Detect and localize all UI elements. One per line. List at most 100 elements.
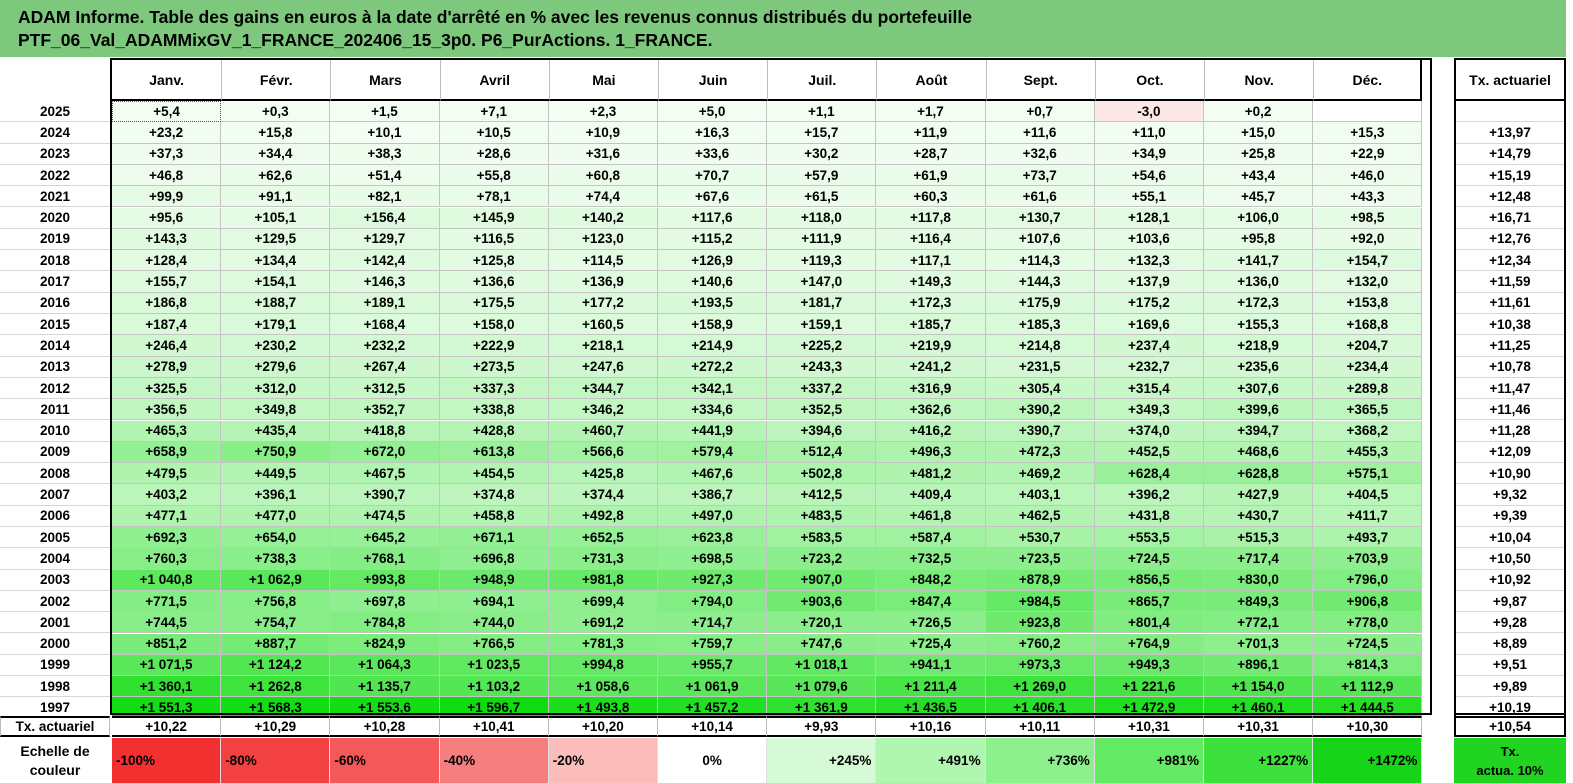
table-cell: +325,5	[112, 377, 222, 400]
table-cell: +374,8	[439, 484, 549, 506]
average-cell: +10,31	[1094, 716, 1204, 737]
table-cell: +181,7	[767, 292, 877, 314]
table-cell: +907,0	[767, 569, 877, 591]
year-label: 2023	[0, 143, 110, 165]
table-cell: +15,8	[221, 122, 331, 144]
table-cell: +103,6	[1094, 228, 1204, 251]
table-cell: +530,7	[985, 527, 1095, 549]
table-cell: +61,5	[767, 186, 877, 208]
table-cell: +362,6	[876, 399, 986, 421]
table-cell: +175,5	[439, 292, 549, 314]
table-cell: +98,5	[1313, 207, 1423, 229]
table-cell: +452,5	[1094, 441, 1204, 464]
table-cell: +479,5	[112, 463, 222, 485]
table-cell: +760,2	[985, 633, 1095, 655]
tx-actuariel-cell: +12,09	[1454, 441, 1566, 464]
table-cell: +38,3	[330, 143, 440, 165]
table-cell: +587,4	[876, 527, 986, 549]
month-header: Déc.	[1313, 58, 1423, 101]
table-cell: +46,0	[1313, 164, 1423, 187]
table-cell: +1 154,0	[1204, 676, 1314, 698]
month-header: Juin	[658, 58, 768, 101]
table-cell: +241,2	[876, 356, 986, 378]
table-cell: +123,0	[548, 228, 658, 251]
average-cell: +10,29	[221, 716, 331, 737]
table-cell: +394,7	[1204, 420, 1314, 442]
table-cell: +114,3	[985, 250, 1095, 272]
table-cell: +10,9	[548, 122, 658, 144]
table-cell: +1 221,6	[1094, 676, 1204, 698]
table-cell: +342,1	[658, 377, 768, 400]
table-cell: +396,1	[221, 484, 331, 506]
table-cell: +158,9	[658, 314, 768, 336]
table-cell: +116,4	[876, 228, 986, 251]
table-cell: +219,9	[876, 335, 986, 357]
table-cell: +91,1	[221, 186, 331, 208]
table-cell: +1 112,9	[1313, 676, 1423, 698]
color-scale-step: +245%	[767, 738, 877, 783]
table-cell: +154,1	[221, 271, 331, 293]
table-cell: +189,1	[330, 292, 440, 314]
table-cell: +188,7	[221, 292, 331, 314]
tx-actuariel-cell: +10,78	[1454, 356, 1566, 378]
table-cell: +394,6	[767, 420, 877, 442]
table-cell: +2,3	[548, 101, 658, 123]
color-scale-tx: Tx. actua. 10%	[1454, 738, 1566, 783]
table-cell: +352,7	[330, 399, 440, 421]
table-cell: +117,1	[876, 250, 986, 272]
table-cell: +23,2	[112, 122, 222, 144]
table-cell: +177,2	[548, 292, 658, 314]
table-cell: +119,3	[767, 250, 877, 272]
year-label: 2006	[0, 505, 110, 527]
year-label: 2019	[0, 228, 110, 251]
table-cell: +512,4	[767, 441, 877, 464]
color-scale-step: 0%	[658, 738, 768, 783]
table-cell: +390,2	[985, 399, 1095, 421]
color-scale-step: +1227%	[1204, 738, 1314, 783]
table-cell: +132,3	[1094, 250, 1204, 272]
table-cell: +726,5	[876, 612, 986, 634]
table-cell: +338,8	[439, 399, 549, 421]
month-header: Févr.	[221, 58, 331, 101]
table-cell: +22,9	[1313, 143, 1423, 165]
table-cell: +179,1	[221, 314, 331, 336]
table-cell: +115,2	[658, 228, 768, 251]
table-cell: +95,6	[112, 207, 222, 229]
table-cell: +312,0	[221, 377, 331, 400]
table-cell: +136,0	[1204, 271, 1314, 293]
table-cell: +45,7	[1204, 186, 1314, 208]
table-cell: +168,4	[330, 314, 440, 336]
table-cell: +307,6	[1204, 377, 1314, 400]
tx-actuariel-cell: +11,59	[1454, 271, 1566, 293]
average-cell: +10,31	[1204, 716, 1314, 737]
table-cell: +801,4	[1094, 612, 1204, 634]
color-scale-step: +491%	[876, 738, 986, 783]
table-cell: +279,6	[221, 356, 331, 378]
month-header: Janv.	[110, 58, 222, 101]
month-header: Août	[876, 58, 986, 101]
table-cell: +365,5	[1313, 399, 1423, 421]
table-cell: +74,4	[548, 186, 658, 208]
table-cell: +374,0	[1094, 420, 1204, 442]
average-cell: +10,28	[330, 716, 440, 737]
table-cell: +848,2	[876, 569, 986, 591]
table-cell: +0,3	[221, 101, 331, 123]
table-cell: +927,3	[658, 569, 768, 591]
color-scale-tx-line-2: actua. 10%	[1476, 762, 1544, 778]
table-cell: +396,2	[1094, 484, 1204, 506]
table-cell: +411,7	[1313, 505, 1423, 527]
table-cell: +628,4	[1094, 463, 1204, 485]
color-scale-step: -40%	[439, 738, 549, 783]
table-cell: +412,5	[767, 484, 877, 506]
year-label: 2015	[0, 314, 110, 336]
table-cell: +43,4	[1204, 164, 1314, 187]
table-cell: +218,9	[1204, 335, 1314, 357]
month-header: Mars	[330, 58, 440, 101]
table-cell: +973,3	[985, 654, 1095, 677]
table-cell: +477,0	[221, 505, 331, 527]
table-cell: +107,6	[985, 228, 1095, 251]
table-cell: +454,5	[439, 463, 549, 485]
table-cell: +28,6	[439, 143, 549, 165]
table-cell: +994,8	[548, 654, 658, 677]
table-cell: +142,4	[330, 250, 440, 272]
